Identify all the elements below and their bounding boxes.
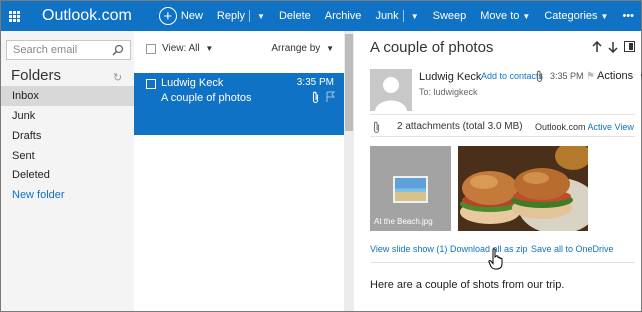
junk-button-label: Junk — [375, 10, 399, 22]
message-body: Here are a couple of shots from our trip… — [370, 279, 565, 291]
chevron-down-icon[interactable]: ▼ — [257, 12, 265, 21]
command-bar: + New Reply ▼ Delete Archive Junk ▼ Swee… — [152, 1, 641, 31]
save-to-onedrive-link[interactable]: Save all to OneDrive — [531, 244, 614, 254]
app-launcher-button[interactable] — [1, 1, 28, 31]
attachments-summary: 2 attachments (total 3.0 MB) — [397, 121, 523, 132]
top-bar: Outlook.com + New Reply ▼ Delete Archive… — [1, 1, 641, 31]
move-to-label: Move to — [480, 10, 520, 22]
refresh-icon[interactable]: ↻ — [113, 71, 122, 84]
split-divider — [402, 10, 404, 22]
folder-junk[interactable]: Junk — [1, 106, 134, 126]
pop-out-icon[interactable] — [624, 41, 635, 52]
divider — [370, 136, 635, 137]
arrow-up-icon[interactable] — [592, 41, 602, 53]
attachment-tile-beach[interactable]: At the Beach.jpg — [370, 146, 451, 231]
new-folder-link[interactable]: New folder — [1, 185, 134, 205]
junk-button[interactable]: Junk ▼ — [368, 1, 425, 31]
flag-icon[interactable]: ⚑ — [586, 71, 595, 82]
arrow-down-icon[interactable] — [608, 41, 618, 53]
reading-subject: A couple of photos — [370, 39, 494, 56]
chevron-down-icon[interactable]: ▼ — [411, 12, 419, 21]
scrollbar-thumb[interactable] — [345, 34, 353, 131]
message-subject: A couple of photos — [161, 92, 252, 104]
folders-heading: Folders — [11, 67, 62, 84]
image-file-icon — [393, 176, 428, 203]
paperclip-icon — [536, 70, 543, 83]
list-header: View: All ▼ Arrange by ▼ — [134, 39, 344, 59]
search-placeholder: Search email — [13, 44, 78, 56]
actions-menu[interactable]: Actions ▼ — [597, 70, 642, 82]
sender-name[interactable]: Ludwig Keck — [419, 71, 481, 83]
to-line: To: ludwigkeck — [419, 87, 478, 97]
reply-button-label: Reply — [216, 10, 246, 22]
view-slide-show-link[interactable]: View slide show (1) — [370, 244, 447, 254]
add-circle-icon: + — [158, 7, 177, 25]
attachments-view-source: Outlook.com Active View — [535, 122, 634, 132]
message-list: View: All ▼ Arrange by ▼ Ludwig Keck 3:3… — [134, 31, 354, 311]
attachment-tile-burgers[interactable] — [458, 146, 588, 231]
categories-button[interactable]: Categories ▼ — [537, 1, 615, 31]
view-filter-label: View: All — [162, 43, 200, 54]
search-input[interactable]: Search email — [6, 40, 131, 60]
reply-button[interactable]: Reply ▼ — [210, 1, 272, 31]
new-button[interactable]: + New — [152, 1, 210, 31]
paperclip-icon — [373, 121, 380, 134]
view-filter[interactable]: View: All ▼ — [162, 43, 213, 54]
paperclip-icon — [312, 91, 319, 104]
avatar — [370, 69, 412, 111]
divider — [370, 114, 635, 115]
arrange-by[interactable]: Arrange by ▼ — [271, 43, 334, 54]
split-divider — [249, 10, 251, 22]
arrange-by-label: Arrange by — [271, 43, 321, 54]
message-checkbox[interactable] — [146, 79, 156, 89]
actions-label: Actions — [597, 70, 634, 82]
folder-drafts[interactable]: Drafts — [1, 126, 134, 146]
message-time: 3:35 PM — [550, 71, 584, 81]
categories-label: Categories — [544, 10, 598, 22]
move-to-button[interactable]: Move to ▼ — [473, 1, 537, 31]
brand-title[interactable]: Outlook.com — [28, 7, 152, 25]
select-all-checkbox[interactable] — [146, 44, 156, 54]
new-button-label: New — [180, 10, 203, 22]
chevron-down-icon: ▼ — [326, 44, 334, 53]
attachment-caption: At the Beach.jpg — [374, 217, 433, 226]
chevron-down-icon: ▼ — [600, 11, 609, 21]
reading-nav — [592, 41, 635, 53]
message-sender: Ludwig Keck — [161, 77, 224, 89]
message-row[interactable]: Ludwig Keck 3:35 PM A couple of photos — [134, 73, 344, 135]
active-view-link[interactable]: Active View — [588, 122, 634, 132]
flag-icon[interactable] — [326, 91, 335, 102]
scrollbar[interactable] — [344, 31, 354, 311]
more-button[interactable]: ••• — [615, 1, 641, 31]
chevron-down-icon: ▼ — [205, 44, 214, 53]
folder-inbox[interactable]: Inbox — [1, 86, 134, 106]
folder-sent[interactable]: Sent — [1, 146, 134, 166]
attachments-source: Outlook.com — [535, 122, 586, 132]
archive-button[interactable]: Archive — [318, 1, 369, 31]
delete-button[interactable]: Delete — [272, 1, 318, 31]
folder-pane: Search email Folders ↻ Inbox Junk Drafts… — [1, 31, 134, 311]
folder-deleted[interactable]: Deleted — [1, 165, 134, 185]
app-launcher-icon — [9, 10, 20, 22]
search-icon[interactable] — [112, 44, 124, 56]
hand-cursor-icon — [488, 248, 503, 270]
message-time: 3:35 PM — [296, 77, 334, 88]
sweep-button[interactable]: Sweep — [426, 1, 474, 31]
chevron-down-icon: ▼ — [522, 11, 531, 21]
add-to-contacts-link[interactable]: Add to contacts — [481, 71, 543, 81]
